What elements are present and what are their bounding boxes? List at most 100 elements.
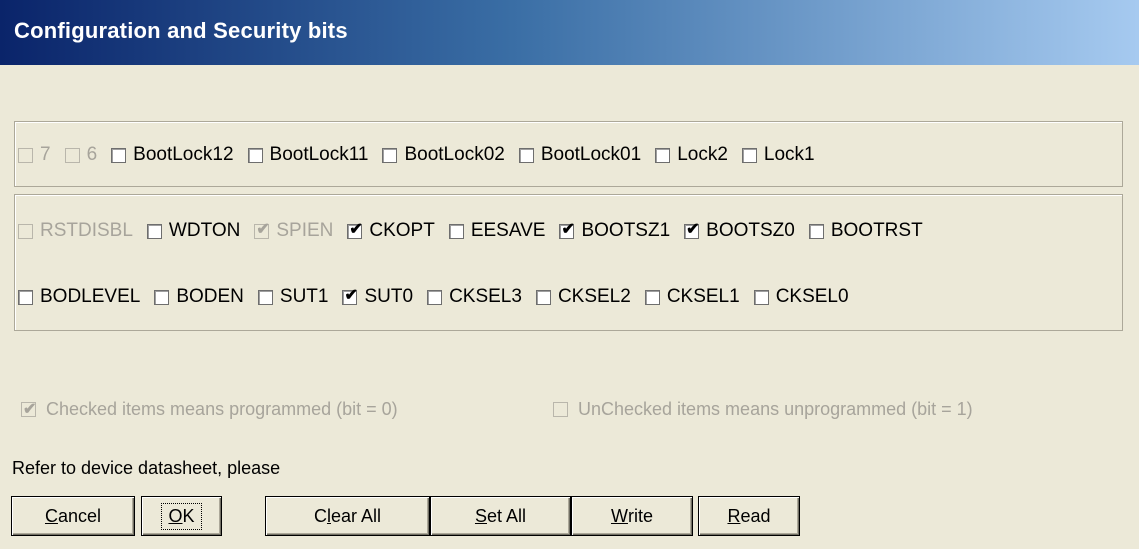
checkbox-label: CKSEL1: [666, 286, 740, 307]
set-all-button-mnemonic: S: [474, 505, 487, 526]
legend-checked: ✔ Checked items means programmed (bit = …: [21, 399, 398, 420]
checkbox-lock-bits-bootlock02[interactable]: ✔ BootLock02: [382, 144, 505, 166]
checkbox-box: ✔: [64, 147, 80, 163]
checkbox-label: SUT1: [279, 286, 329, 307]
checkbox-label: CKOPT: [369, 220, 435, 241]
checkbox-label: CKSEL3: [449, 286, 522, 307]
checkbox-label: SPIEN: [276, 220, 334, 241]
checkbox-fuse-low-boden[interactable]: ✔ BODEN: [154, 286, 244, 308]
checkbox-fuse-low-cksel3[interactable]: ✔ CKSEL3: [427, 286, 522, 308]
check-icon: ✔: [349, 220, 363, 238]
legend-checked-label: Checked items means programmed (bit = 0): [46, 399, 398, 419]
checkbox-fuse-low-sut1[interactable]: ✔ SUT1: [257, 286, 329, 308]
fuse-bits-group: [14, 194, 1123, 331]
checkbox-label: Lock1: [763, 144, 815, 165]
checkbox-label: BootLock11: [269, 144, 369, 165]
datasheet-note: Refer to device datasheet, please: [12, 458, 281, 478]
checkbox-box[interactable]: ✔: [342, 286, 358, 305]
check-icon: ✔: [686, 220, 700, 238]
ok-button-label-rest: K: [182, 505, 195, 526]
checkbox-box: ✔: [18, 223, 33, 239]
checkbox-box[interactable]: ✔: [753, 289, 769, 305]
clear-all-button-label-rest: ear All: [330, 505, 382, 526]
checkbox-fuse-low-sut0[interactable]: ✔ SUT0: [342, 286, 413, 308]
checkbox-box[interactable]: ✔: [257, 289, 273, 305]
checkbox-box[interactable]: ✔: [448, 223, 464, 239]
checkbox-box[interactable]: ✔: [154, 289, 170, 305]
cancel-button[interactable]: Cancel: [11, 496, 135, 536]
set-all-button-label-rest: et All: [486, 505, 527, 526]
cancel-button-mnemonic: C: [44, 505, 58, 526]
checkbox-box[interactable]: ✔: [655, 147, 671, 163]
checkbox-box[interactable]: ✔: [18, 289, 33, 305]
cancel-button-label-rest: ancel: [57, 505, 102, 526]
checkbox-lock-bits-bootlock01[interactable]: ✔ BootLock01: [518, 144, 642, 166]
checkbox-fuse-high-wdton[interactable]: ✔ WDTON: [146, 220, 241, 242]
checkbox-fuse-high-bootsz1[interactable]: ✔ BOOTSZ1: [559, 220, 670, 242]
check-icon: ✔: [344, 286, 358, 304]
checkbox-fuse-low-cksel2[interactable]: ✔ CKSEL2: [535, 286, 631, 308]
checkbox-label: BootLock01: [540, 144, 642, 165]
checkbox-fuse-low-cksel1[interactable]: ✔ CKSEL1: [644, 286, 740, 308]
read-button[interactable]: Read: [698, 496, 800, 536]
checkbox-lock-bits-7: ✔7: [18, 144, 51, 166]
checkbox-label: RSTDISBL: [40, 220, 133, 241]
set-all-button[interactable]: Set All: [430, 496, 571, 536]
checkbox-label: BootLock12: [133, 144, 234, 165]
checkbox-box[interactable]: ✔: [247, 147, 263, 163]
checkbox-box[interactable]: ✔: [808, 223, 824, 239]
checkbox-label: Lock2: [677, 144, 728, 165]
read-button-label-rest: ead: [740, 505, 771, 526]
checkbox-lock-bits-lock2[interactable]: ✔ Lock2: [655, 144, 728, 166]
checkbox-label: BOOTRST: [830, 220, 923, 241]
checkbox-lock-bits-bootlock11[interactable]: ✔ BootLock11: [247, 144, 369, 166]
fuse-low-row: ✔BODLEVEL✔BODEN✔SUT1✔SUT0✔CKSEL3✔CKSEL2✔…: [18, 286, 863, 308]
checkbox-fuse-low-cksel0[interactable]: ✔ CKSEL0: [753, 286, 849, 308]
checkbox-lock-bits-bootlock12[interactable]: ✔ BootLock12: [111, 144, 234, 166]
write-button-label-rest: rite: [627, 505, 653, 526]
checkbox-box[interactable]: ✔: [427, 289, 443, 305]
checkbox-fuse-low-bodlevel[interactable]: ✔ BODLEVEL: [18, 286, 140, 308]
checkbox-box[interactable]: ✔: [146, 223, 162, 239]
checkbox-label: EESAVE: [470, 220, 546, 241]
checkbox-label: BOOTSZ0: [706, 220, 795, 241]
clear-all-button[interactable]: Cl ear All: [265, 496, 430, 536]
checkbox-box: ✔: [254, 220, 270, 239]
checkbox-box[interactable]: ✔: [347, 220, 363, 239]
checkbox-box[interactable]: ✔: [684, 220, 700, 239]
read-button-mnemonic: R: [727, 505, 741, 526]
legend-unchecked: UnChecked items means unprogrammed (bit …: [553, 399, 973, 420]
window-title: Configuration and Security bits: [14, 18, 348, 43]
ok-button[interactable]: OK: [141, 496, 222, 536]
checkbox-fuse-high-bootsz0[interactable]: ✔ BOOTSZ0: [684, 220, 795, 242]
checkbox-box[interactable]: ✔: [559, 220, 575, 239]
write-button[interactable]: Write: [571, 496, 693, 536]
check-icon: ✔: [561, 220, 575, 238]
checkbox-label: 7: [40, 144, 51, 165]
checkbox-fuse-high-ckopt[interactable]: ✔ CKOPT: [347, 220, 435, 242]
checkbox-lock-bits-lock1[interactable]: ✔ Lock1: [741, 144, 815, 166]
checkbox-fuse-high-spien: ✔ SPIEN: [254, 220, 333, 242]
checkbox-box[interactable]: ✔: [111, 147, 127, 163]
checkbox-fuse-high-bootrst[interactable]: ✔ BOOTRST: [808, 220, 923, 242]
checkbox-box[interactable]: ✔: [741, 147, 757, 163]
title-bar: Configuration and Security bits: [0, 0, 1139, 65]
check-icon: ✔: [256, 220, 270, 238]
clear-all-button-label-prefix: C: [313, 505, 327, 526]
checkbox-label: WDTON: [168, 220, 241, 241]
legend-checked-box: ✔: [21, 401, 37, 418]
checkbox-label: SUT0: [364, 286, 414, 307]
write-button-mnemonic: W: [610, 505, 628, 526]
checkbox-fuse-high-eesave[interactable]: ✔ EESAVE: [448, 220, 546, 242]
legend-unchecked-box: [553, 402, 568, 417]
checkbox-label: BODLEVEL: [40, 286, 141, 307]
checkbox-box[interactable]: ✔: [382, 147, 398, 163]
check-icon: ✔: [23, 401, 37, 418]
legend-unchecked-label: UnChecked items means unprogrammed (bit …: [578, 399, 973, 419]
checkbox-label: BootLock02: [404, 144, 505, 165]
checkbox-box[interactable]: ✔: [644, 289, 660, 305]
ok-focus-rect: OK: [161, 502, 202, 530]
checkbox-box[interactable]: ✔: [535, 289, 551, 305]
checkbox-box[interactable]: ✔: [518, 147, 534, 163]
checkbox-label: BOOTSZ1: [581, 220, 671, 241]
